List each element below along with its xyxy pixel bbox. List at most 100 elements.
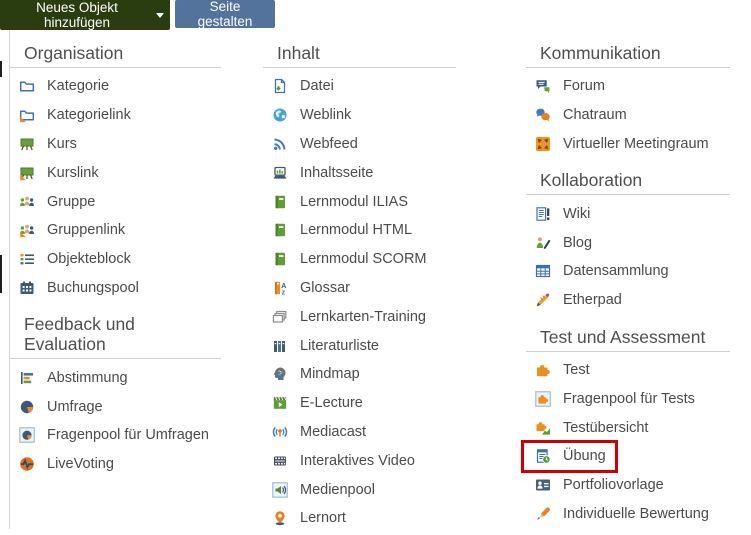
section-inhalt: Inhalt Datei Weblink Webfeed Inhaltsseite Ler… xyxy=(263,30,456,535)
menu-item-label: Umfrage xyxy=(47,398,103,415)
menu-item-lernort[interactable]: Lernort xyxy=(263,504,456,533)
menu-item-literaturliste[interactable]: Literaturliste xyxy=(263,331,456,360)
menu-item-label: Lernort xyxy=(300,510,346,527)
section-items: Abstimmung Umfrage Fragenpool für Umfragen… xyxy=(10,359,221,480)
menu-column-2: Inhalt Datei Weblink Webfeed Inhaltsseite Ler… xyxy=(263,30,456,535)
contentpage-icon xyxy=(272,165,288,181)
menu-item-label: Kategorielink xyxy=(47,107,131,124)
section-items: Wiki Blog Datensammlung Etherpad xyxy=(526,195,730,316)
menu-item-objekteblock[interactable]: Objekteblock xyxy=(10,245,221,274)
menu-item-individuelle-bewertung[interactable]: Individuelle Bewertung xyxy=(526,500,730,529)
section-items: Forum Chatraum Virtueller Meetingraum xyxy=(526,68,730,160)
mediacast-icon xyxy=(272,424,288,440)
menu-item-lernmodul-html[interactable]: Lernmodul HTML xyxy=(263,216,456,245)
flashcards-icon xyxy=(272,309,288,325)
menu-item-kategorielink[interactable]: Kategorielink xyxy=(10,101,221,130)
section-items: Test Fragenpool für Tests Testübersicht Übu… xyxy=(521,352,730,531)
menu-item-inhaltsseite[interactable]: Inhaltsseite xyxy=(263,158,456,187)
blog-icon xyxy=(535,235,551,251)
menu-item-umfrage[interactable]: Umfrage xyxy=(10,392,221,421)
design-page-button-label: Seite gestalten xyxy=(197,0,253,29)
bookingpool-icon xyxy=(19,280,35,296)
menu-item-label: Gruppe xyxy=(47,193,96,210)
wiki-icon xyxy=(535,206,551,222)
menu-item-label: Mediacast xyxy=(300,423,367,440)
survey-icon xyxy=(19,399,35,415)
menu-item-testuebersicht[interactable]: Testübersicht xyxy=(526,413,730,442)
menu-item-chatraum[interactable]: Chatraum xyxy=(526,101,730,130)
menu-item-interaktives-video[interactable]: Interaktives Video xyxy=(263,446,456,475)
menu-item-portfoliovorlage[interactable]: Portfoliovorlage xyxy=(526,471,730,500)
menu-item-livevoting[interactable]: LiveVoting xyxy=(10,450,221,479)
menu-item-gruppe[interactable]: Gruppe xyxy=(10,187,221,216)
group-icon xyxy=(19,194,35,210)
individual-assessment-icon xyxy=(535,506,551,522)
menu-item-etherpad[interactable]: Etherpad xyxy=(526,286,730,315)
section-test-und-assessment: Test und Assessment Test Fragenpool für Te… xyxy=(521,317,730,531)
menu-item-uebung[interactable]: Übung xyxy=(521,439,730,473)
menu-item-glossar[interactable]: Az Glossar xyxy=(263,274,456,303)
page-edge-artifact xyxy=(0,61,2,77)
weblink-icon xyxy=(272,107,288,123)
menu-item-label: Testübersicht xyxy=(563,419,649,436)
course-icon xyxy=(19,136,35,152)
section-title: Kollaboration xyxy=(526,160,730,196)
menu-item-lernkarten-training[interactable]: Lernkarten-Training xyxy=(263,302,456,331)
section-kollaboration: Kollaboration Wiki Blog Datensammlung Etherp… xyxy=(526,160,730,316)
menu-item-label: Forum xyxy=(563,78,605,95)
e-lecture-icon xyxy=(272,395,288,411)
menu-item-gruppenlink[interactable]: Gruppenlink xyxy=(10,216,221,245)
menu-item-label: Individuelle Bewertung xyxy=(563,505,709,522)
menu-item-blog[interactable]: Blog xyxy=(526,228,730,257)
menu-item-wiki[interactable]: Wiki xyxy=(526,199,730,228)
menu-item-label: Etherpad xyxy=(563,292,622,309)
test-pool-icon xyxy=(535,391,551,407)
menu-item-label: Portfoliovorlage xyxy=(563,477,664,494)
menu-item-label: Lernkarten-Training xyxy=(300,308,426,325)
menu-item-weblink[interactable]: Weblink xyxy=(263,101,456,130)
test-overview-icon xyxy=(535,420,551,436)
caret-down-icon xyxy=(156,12,164,18)
menu-item-fragenpool-fuer-umfragen[interactable]: Fragenpool für Umfragen xyxy=(10,421,221,450)
exercise-icon xyxy=(535,448,551,464)
menu-item-lernmodul-ilias[interactable]: Lernmodul ILIAS xyxy=(263,187,456,216)
menu-item-kurs[interactable]: Kurs xyxy=(10,130,221,159)
livevoting-icon xyxy=(19,456,35,472)
menu-item-datei[interactable]: Datei xyxy=(263,72,456,101)
menu-item-label: Kurslink xyxy=(47,164,99,181)
menu-item-label: Mindmap xyxy=(300,366,360,383)
section-title: Test und Assessment xyxy=(526,317,730,352)
menu-item-label: Objekteblock xyxy=(47,251,131,268)
menu-item-kategorie[interactable]: Kategorie xyxy=(10,72,221,101)
menu-item-mindmap[interactable]: Mindmap xyxy=(263,360,456,389)
course-link-icon xyxy=(19,165,35,181)
survey-pool-icon xyxy=(19,427,35,444)
menu-item-test[interactable]: Test xyxy=(526,356,730,385)
forum-icon xyxy=(535,78,551,94)
menu-item-virtueller-meetingraum[interactable]: Virtueller Meetingraum xyxy=(526,130,730,159)
section-title: Inhalt xyxy=(263,30,456,68)
design-page-button[interactable]: Seite gestalten xyxy=(175,0,275,29)
test-icon xyxy=(535,362,551,378)
menu-item-label: Abstimmung xyxy=(47,369,128,386)
menu-item-webfeed[interactable]: Webfeed xyxy=(263,130,456,159)
poll-icon xyxy=(19,370,35,386)
interactive-video-icon xyxy=(272,453,288,469)
menu-item-forum[interactable]: Forum xyxy=(526,72,730,101)
svg-text:z: z xyxy=(282,289,286,296)
menu-item-medienpool[interactable]: Medienpool xyxy=(263,475,456,504)
menu-item-label: Test xyxy=(563,361,590,378)
menu-item-kurslink[interactable]: Kurslink xyxy=(10,158,221,187)
section-feedback-und-evaluation: Feedback und Evaluation Abstimmung Umfrage… xyxy=(10,304,221,480)
menu-item-mediacast[interactable]: Mediacast xyxy=(263,418,456,447)
menu-item-datensammlung[interactable]: Datensammlung xyxy=(526,257,730,286)
learning-module-icon xyxy=(272,194,288,210)
menu-item-abstimmung[interactable]: Abstimmung xyxy=(10,363,221,392)
add-object-button[interactable]: Neues Objekt hinzufügen xyxy=(0,0,170,30)
menu-item-lernmodul-scorm[interactable]: Lernmodul SCORM xyxy=(263,245,456,274)
menu-item-e-lecture[interactable]: E-Lecture xyxy=(263,389,456,418)
menu-item-buchungspool[interactable]: Buchungspool xyxy=(10,274,221,303)
menu-item-fragenpool-fuer-tests[interactable]: Fragenpool für Tests xyxy=(526,384,730,413)
group-link-icon xyxy=(19,222,35,238)
learning-module-icon xyxy=(272,222,288,238)
